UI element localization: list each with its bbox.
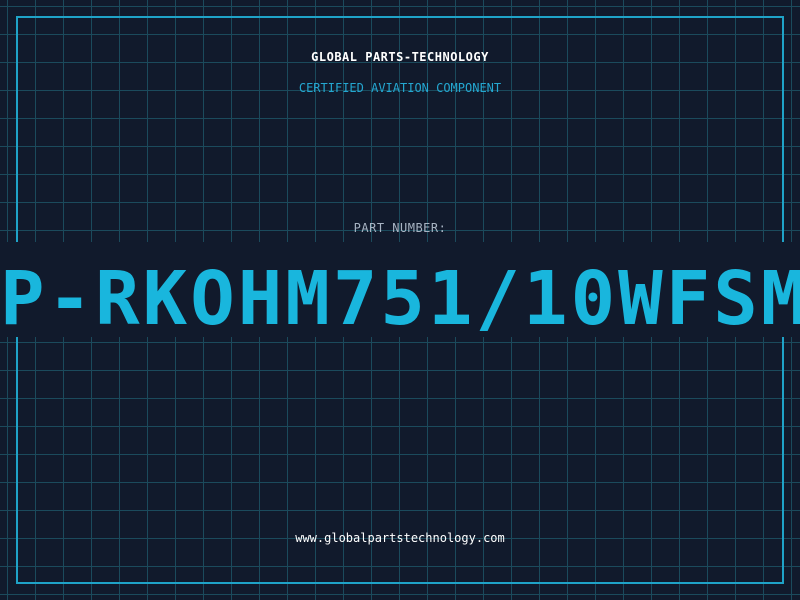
part-number-band: P-RKOHM751/10WFSMD <box>0 242 800 337</box>
label-canvas: GLOBAL PARTS-TECHNOLOGY CERTIFIED AVIATI… <box>0 0 800 600</box>
part-number-label: PART NUMBER: <box>353 221 447 235</box>
website-url: www.globalpartstechnology.com <box>295 531 505 545</box>
certification-tagline: CERTIFIED AVIATION COMPONENT <box>298 81 502 95</box>
part-number-value: P-RKOHM751/10WFSMD <box>0 256 800 337</box>
company-name: GLOBAL PARTS-TECHNOLOGY <box>311 50 489 64</box>
